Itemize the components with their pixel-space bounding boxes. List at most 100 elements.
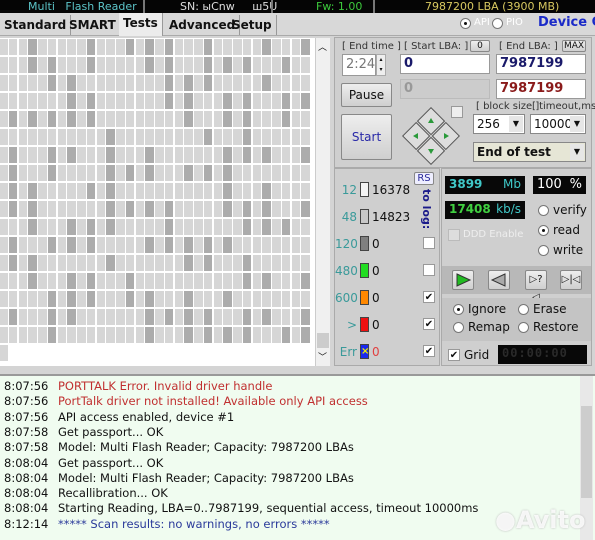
play-backward-button[interactable] xyxy=(488,270,510,290)
scan-block xyxy=(116,129,125,145)
scan-block xyxy=(135,273,144,289)
scan-block xyxy=(125,273,135,289)
scan-block xyxy=(57,201,66,217)
start-button[interactable]: Start xyxy=(341,114,392,160)
tab-smart[interactable]: SMART xyxy=(62,15,121,35)
pio-radio[interactable] xyxy=(492,18,503,29)
latency-legend-panel: RS to log: 12 16378 48 14823 120 0 480 0… xyxy=(334,168,440,366)
api-radio[interactable] xyxy=(460,18,471,29)
scan-block xyxy=(223,237,232,253)
scan-block xyxy=(213,39,222,55)
scan-block xyxy=(242,273,252,289)
start-lba-field[interactable]: 0 xyxy=(400,54,490,74)
log-checkbox[interactable]: ✔ xyxy=(423,291,435,303)
scan-block xyxy=(184,165,193,181)
scan-block xyxy=(67,75,76,91)
reset-stats-button[interactable]: RS xyxy=(414,172,434,185)
scan-block xyxy=(28,39,37,55)
scroll-up-icon[interactable]: ︿ xyxy=(318,40,327,53)
scan-block xyxy=(213,147,222,163)
scroll-down-icon[interactable]: ﹀ xyxy=(318,350,327,363)
scan-block xyxy=(213,93,222,109)
ignore-radio[interactable] xyxy=(453,304,464,315)
latency-swatch xyxy=(360,317,369,332)
tab-tests[interactable]: Tests xyxy=(119,13,163,36)
end-lba-max-button[interactable]: MAX xyxy=(562,40,586,52)
scan-block xyxy=(57,165,66,181)
log-checkbox[interactable]: ✔ xyxy=(423,345,435,357)
scan-block xyxy=(272,111,281,127)
scan-block xyxy=(86,93,96,109)
end-lba-field[interactable]: 7987199 xyxy=(496,54,586,74)
erase-radio[interactable] xyxy=(518,304,529,315)
scan-block xyxy=(194,291,203,307)
scan-block xyxy=(18,57,27,73)
scan-block xyxy=(291,291,300,307)
scan-block xyxy=(125,237,135,253)
scan-block xyxy=(28,219,37,235)
scan-block xyxy=(77,57,86,73)
scan-block xyxy=(194,237,203,253)
scan-block xyxy=(38,183,47,199)
play-forward-button[interactable] xyxy=(452,270,474,290)
scan-block xyxy=(184,219,193,235)
timeout-select[interactable]: 10000 ▼ xyxy=(530,114,586,134)
scan-block xyxy=(96,327,105,343)
scan-block xyxy=(272,273,281,289)
scan-block xyxy=(28,237,37,253)
read-radio[interactable] xyxy=(538,225,549,236)
scan-block xyxy=(57,93,66,109)
dpad-checkbox[interactable] xyxy=(451,106,463,118)
scan-block xyxy=(47,273,57,289)
scan-block xyxy=(28,273,37,289)
device-selector[interactable]: Device G: xyxy=(538,15,595,30)
scan-block xyxy=(242,327,252,343)
scan-map-scrollbar[interactable]: ︿ ﹀ xyxy=(315,38,330,366)
scan-block xyxy=(281,93,291,109)
scan-block xyxy=(96,93,105,109)
device-model: Multi Flash Reader xyxy=(28,0,137,13)
scan-block xyxy=(96,201,105,217)
grid-checkbox[interactable]: ✔ xyxy=(448,349,460,361)
tab-setup[interactable]: Setup xyxy=(228,15,277,35)
end-time-spinner[interactable]: ▴ ▾ xyxy=(376,54,386,76)
end-action-select[interactable]: End of test ▼ xyxy=(473,142,586,162)
scan-block xyxy=(223,75,232,91)
scan-block xyxy=(155,183,164,199)
scan-block xyxy=(203,219,213,235)
write-radio[interactable] xyxy=(538,245,549,256)
butterfly-button[interactable]: ▷|◁ xyxy=(560,270,582,290)
tab-standard[interactable]: Standard xyxy=(0,15,72,35)
scan-block xyxy=(116,165,125,181)
scroll-thumb[interactable] xyxy=(317,333,329,348)
start-lba-zero-button[interactable]: 0 xyxy=(470,40,490,52)
scan-block xyxy=(67,183,76,199)
restore-radio[interactable] xyxy=(518,322,529,333)
log-time: 8:08:04 xyxy=(4,501,49,516)
log-checkbox[interactable] xyxy=(423,237,435,249)
verify-radio[interactable] xyxy=(538,205,549,216)
scan-block xyxy=(18,291,27,307)
scan-block xyxy=(281,111,291,127)
scan-block xyxy=(223,147,232,163)
scan-block xyxy=(194,183,203,199)
end-time-field[interactable]: 2:24 xyxy=(342,54,376,76)
block-size-select[interactable]: 256 ▼ xyxy=(473,114,525,134)
log-checkbox[interactable]: ✔ xyxy=(423,318,435,330)
log-checkbox[interactable] xyxy=(423,264,435,276)
scan-block xyxy=(86,219,96,235)
scan-block xyxy=(67,291,76,307)
scan-block xyxy=(116,75,125,91)
scan-block xyxy=(262,165,271,181)
scan-block xyxy=(8,273,18,289)
random-seek-button[interactable]: ▷?◁ xyxy=(525,270,547,303)
pause-button[interactable]: Pause xyxy=(341,83,392,107)
log-scroll-thumb[interactable] xyxy=(581,406,592,498)
remap-radio[interactable] xyxy=(453,322,464,333)
scan-block xyxy=(96,273,105,289)
scan-block xyxy=(86,201,96,217)
scan-block xyxy=(135,327,144,343)
scan-block xyxy=(301,327,310,343)
scan-block xyxy=(0,255,8,271)
scan-block xyxy=(252,93,261,109)
